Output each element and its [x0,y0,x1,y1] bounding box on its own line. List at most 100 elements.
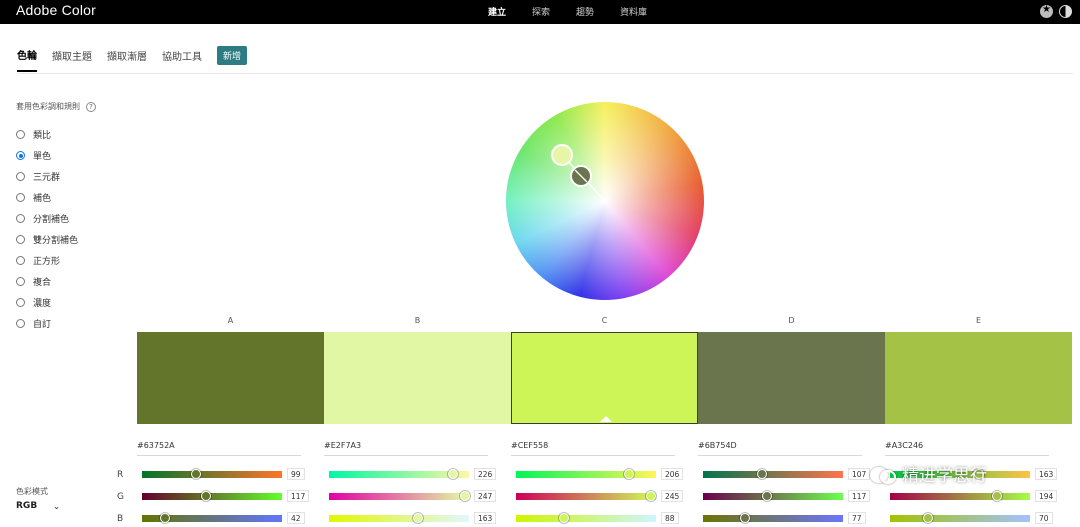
slider-knob[interactable] [923,513,934,523]
channel-value-r[interactable]: 99 [287,468,305,480]
tab-extract-theme[interactable]: 擷取主題 [52,48,92,71]
swatch-hex-e: #A3C246 [885,441,1055,456]
slider-knob[interactable] [201,491,212,501]
channel-value-r[interactable]: 206 [661,468,684,480]
channel-value-r[interactable]: 226 [474,468,497,480]
slider-knob[interactable] [459,491,470,501]
swatch-hex-d: #6B754D [698,441,868,456]
channel-value-r[interactable]: 107 [848,468,871,480]
rule-shades[interactable]: 濃度 [16,292,78,313]
slider-b-e[interactable] [890,513,1030,523]
rule-double-split-complementary[interactable]: 雙分割補色 [16,229,78,250]
handle-b[interactable] [551,144,573,166]
slider-knob[interactable] [756,469,767,479]
tab-color-wheel[interactable]: 色輪 [17,47,37,72]
rule-complementary[interactable]: 補色 [16,187,78,208]
channel-value-b[interactable]: 163 [474,512,497,524]
favorite-star-icon[interactable] [1040,4,1053,18]
slider-knob[interactable] [762,491,773,501]
nav-explore[interactable]: 探索 [532,5,550,18]
slider-g-b[interactable] [329,491,470,501]
slider-knob[interactable] [645,491,656,501]
rule-analogous[interactable]: 類比 [16,124,78,145]
swatch-e[interactable] [885,332,1072,424]
slider-g-a[interactable] [142,491,282,501]
rule-label: 自訂 [33,320,52,330]
watermark: 精进学思行 [870,461,987,486]
slider-b-c[interactable] [516,513,656,523]
nav-library[interactable]: 資料庫 [620,5,647,18]
swatch-b[interactable] [324,332,511,424]
radio-checked-icon[interactable] [16,151,25,160]
color-wheel[interactable] [506,102,704,300]
slider-knob[interactable] [559,513,570,523]
radio-icon[interactable] [16,193,25,202]
radio-icon[interactable] [16,277,25,286]
slider-g-d[interactable] [703,491,843,501]
tab-extract-gradient[interactable]: 擷取漸層 [107,48,147,71]
swatch-c[interactable] [511,332,698,424]
hex-input[interactable]: #E2F7A3 [324,441,488,456]
rule-monochromatic[interactable]: 單色 [16,145,78,166]
rule-triad[interactable]: 三元群 [16,166,78,187]
radio-icon[interactable] [16,214,25,223]
radio-icon[interactable] [16,130,25,139]
hex-input[interactable]: #6B754D [698,441,862,456]
slider-knob[interactable] [740,513,751,523]
slider-knob[interactable] [624,469,635,479]
slider-b-d[interactable] [703,513,843,523]
channel-value-b[interactable]: 88 [661,512,679,524]
slider-r-d[interactable] [703,469,843,479]
rule-split-complementary[interactable]: 分割補色 [16,208,78,229]
slider-g-e[interactable] [890,491,1030,501]
radio-icon[interactable] [16,256,25,265]
swatch-d[interactable] [698,332,885,424]
slider-b-b[interactable] [329,513,469,523]
help-icon[interactable]: ? [86,101,96,112]
rule-custom[interactable]: 自訂 [16,313,78,334]
channel-value-r[interactable]: 163 [1035,468,1058,480]
hex-input[interactable]: #A3C246 [885,441,1049,456]
slider-g-c[interactable] [516,491,656,501]
tab-accessibility-tools[interactable]: 協助工具 [162,48,202,71]
channel-value-g[interactable]: 194 [1035,490,1058,502]
rule-label: 類比 [33,131,52,141]
slider-r-a[interactable] [142,469,282,479]
hex-input[interactable]: #63752A [137,441,301,456]
channel-value-b[interactable]: 77 [848,512,866,524]
channel-value-b[interactable]: 42 [287,512,305,524]
radio-icon[interactable] [16,235,25,244]
channel-value-b[interactable]: 70 [1035,512,1053,524]
channel-label-b: B [117,514,124,524]
rule-label: 複合 [33,278,52,288]
slider-knob[interactable] [991,491,1002,501]
rule-label: 補色 [33,194,52,204]
slider-knob[interactable] [191,469,202,479]
slider-b-a[interactable] [142,513,282,523]
channel-value-g[interactable]: 117 [287,490,310,502]
slider-r-b[interactable] [329,469,469,479]
harmony-rule-label: 套用色彩調和規則 [16,102,80,111]
rule-label: 正方形 [33,257,61,267]
app-title[interactable]: Adobe Color [16,2,96,18]
channel-value-g[interactable]: 247 [474,490,497,502]
rule-square[interactable]: 正方形 [16,250,78,271]
radio-icon[interactable] [16,298,25,307]
swatch-a[interactable] [137,332,324,424]
hex-input[interactable]: #CEF558 [511,441,675,456]
radio-icon[interactable] [16,172,25,181]
color-mode-select[interactable]: RGB ⌄ [16,501,60,511]
nav-trends[interactable]: 趨勢 [576,5,594,18]
slider-knob[interactable] [413,513,424,523]
slider-r-c[interactable] [516,469,656,479]
theme-toggle-icon[interactable] [1059,5,1072,18]
slider-knob[interactable] [160,513,171,523]
top-icons [1040,4,1072,18]
slider-knob[interactable] [448,469,459,479]
nav-create[interactable]: 建立 [488,5,506,18]
rule-compound[interactable]: 複合 [16,271,78,292]
channel-value-g[interactable]: 117 [848,490,871,502]
channel-value-g[interactable]: 245 [661,490,684,502]
radio-icon[interactable] [16,319,25,328]
rule-label: 三元群 [33,173,61,183]
